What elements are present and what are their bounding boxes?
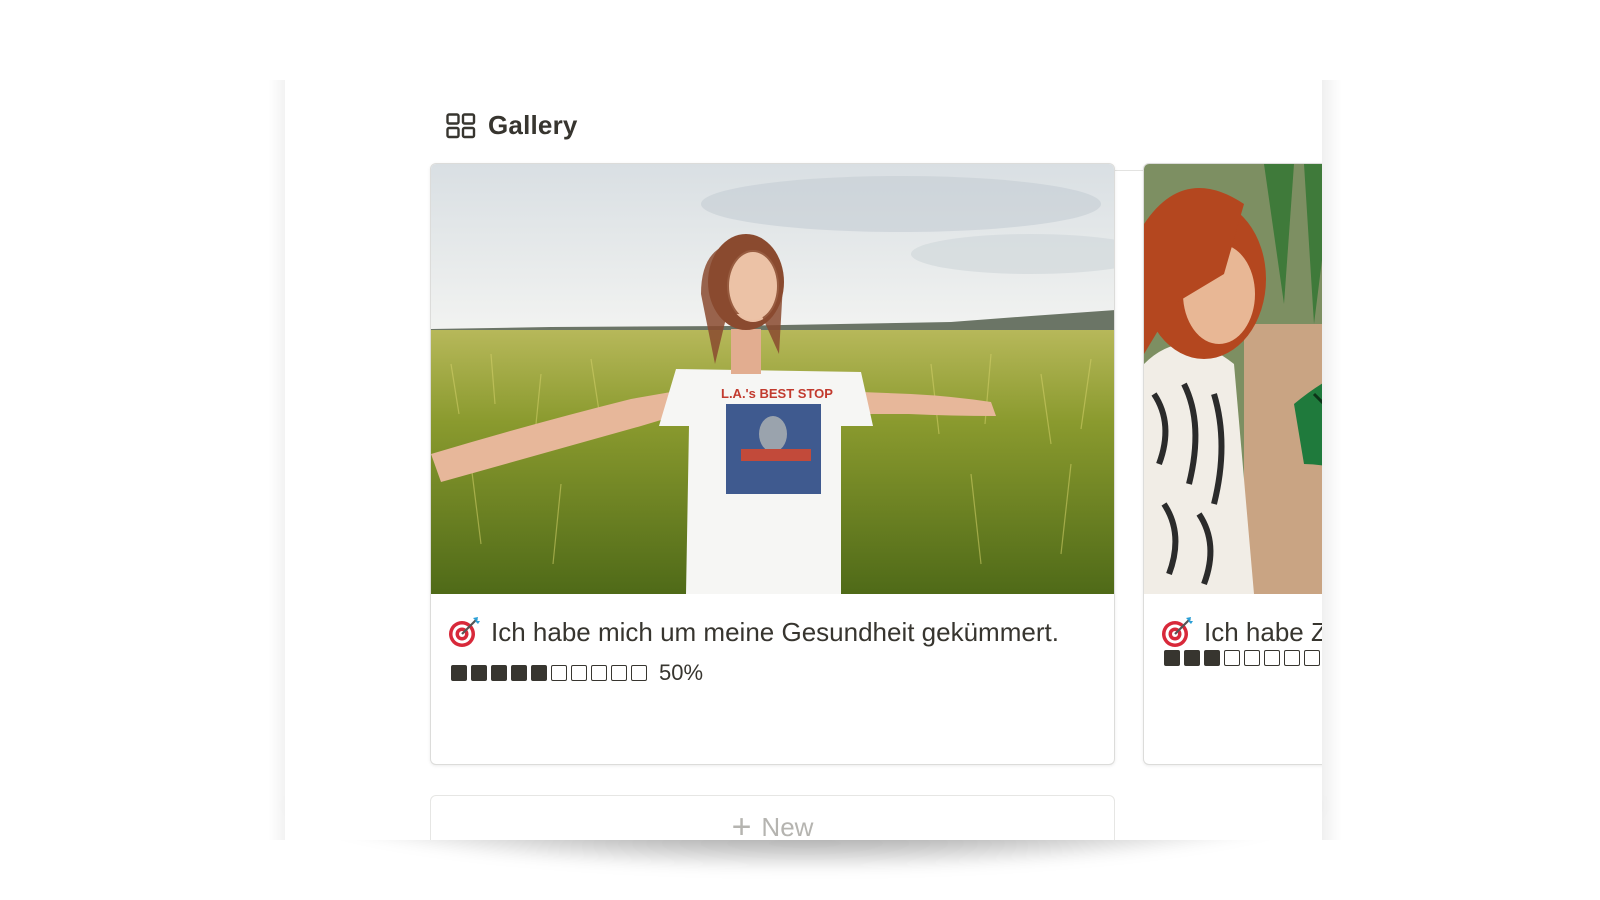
direct-hit-target-icon (1160, 612, 1194, 652)
progress-cell-filled (1184, 650, 1200, 666)
progress-cell-filled (471, 665, 487, 681)
gallery-card[interactable]: Ich habe Z (1143, 163, 1322, 765)
card-body: Ich habe Z (1144, 594, 1322, 666)
progress-bar (1160, 650, 1322, 666)
card-title[interactable]: Ich habe mich um meine Gesundheit gekümm… (447, 612, 1098, 652)
svg-text:L.A.'s BEST STOP: L.A.'s BEST STOP (721, 386, 833, 401)
card-title-text: Ich habe mich um meine Gesundheit gekümm… (491, 617, 1059, 647)
progress-cell-filled (491, 665, 507, 681)
progress-cell-empty (1304, 650, 1320, 666)
card-title-text: Ich habe Z (1204, 617, 1322, 647)
progress-cell-empty (1284, 650, 1300, 666)
screenshot-stage: Gallery L.A.'s BEST STOP Ich habe mich u… (0, 0, 1600, 900)
progress-cell-filled (1204, 650, 1220, 666)
progress-cell-empty (1264, 650, 1280, 666)
tab-gallery-label: Gallery (488, 110, 578, 140)
progress-cell-filled (451, 665, 467, 681)
progress-cell-filled (1164, 650, 1180, 666)
progress-cell-empty (591, 665, 607, 681)
progress-cell-empty (1244, 650, 1260, 666)
card-cover-image (1144, 164, 1322, 594)
plus-icon: + (731, 808, 752, 840)
window-shadow-right (1322, 80, 1342, 840)
card-cover-image: L.A.'s BEST STOP (431, 164, 1114, 594)
progress-cell-empty (611, 665, 627, 681)
progress-cell-filled (531, 665, 547, 681)
progress-cell-empty (551, 665, 567, 681)
app-window: Gallery L.A.'s BEST STOP Ich habe mich u… (285, 40, 1322, 840)
progress-cell-empty (1224, 650, 1240, 666)
new-card-label: New (761, 812, 814, 840)
progress-bar: 50% (447, 660, 1098, 686)
progress-percent: 50% (659, 660, 704, 685)
card-title[interactable]: Ich habe Z (1160, 612, 1322, 652)
direct-hit-target-icon (447, 612, 481, 652)
gallery-grid-icon (446, 112, 476, 139)
tab-gallery[interactable]: Gallery (430, 78, 591, 173)
progress-cell-empty (571, 665, 587, 681)
view-tabbar: Gallery (430, 78, 1322, 173)
progress-cell-empty (631, 665, 647, 681)
gallery-card[interactable]: L.A.'s BEST STOP Ich habe mich um meine … (430, 163, 1115, 765)
card-body: Ich habe mich um meine Gesundheit gekümm… (431, 594, 1114, 686)
new-card-button[interactable]: + New (430, 795, 1115, 840)
progress-cell-filled (511, 665, 527, 681)
